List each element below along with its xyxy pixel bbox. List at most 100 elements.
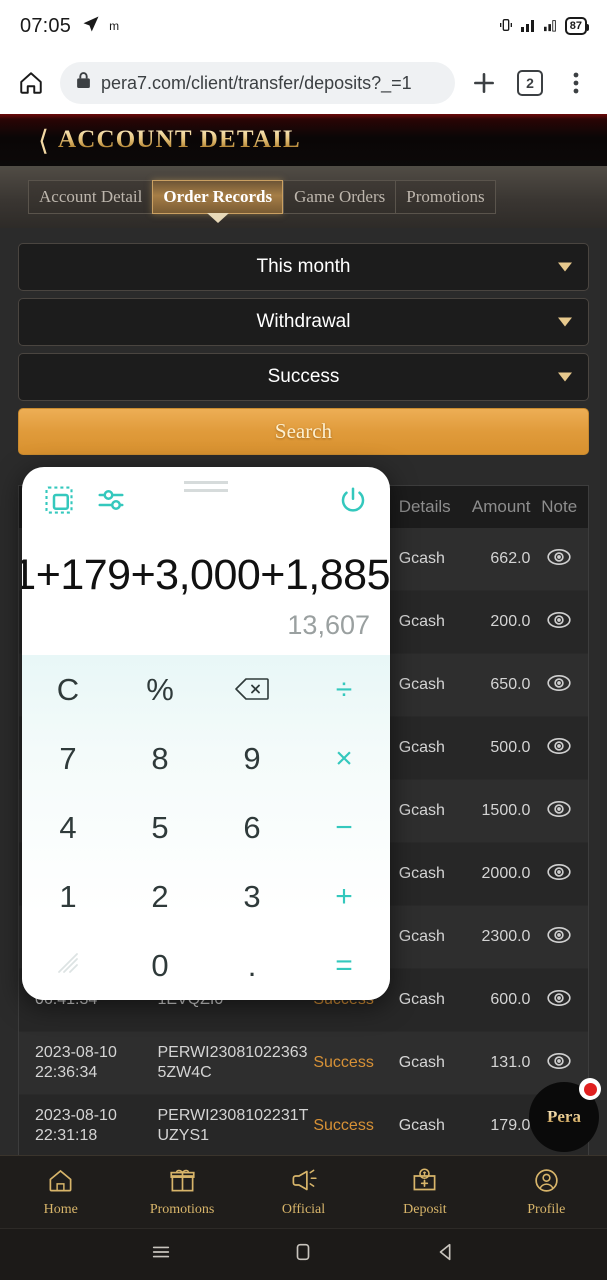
nav-official[interactable]: Official [243,1167,364,1218]
person-circle-icon [533,1167,560,1199]
key-×[interactable]: × [298,724,390,793]
eye-icon [546,859,572,890]
crop-screenshot-icon[interactable] [44,485,74,520]
calculator-expression: 1+179+3,000+1,885 [22,551,390,599]
period-select-value: This month [256,256,351,277]
nav-deposit[interactable]: Deposit [364,1167,485,1218]
table-row[interactable]: 2023-08-10 22:36:34 PERWI23081022363 5ZW4C S… [19,1032,588,1095]
chevron-left-icon[interactable]: ⟨ [38,124,49,157]
calculator-overlay[interactable]: 1+179+3,000+1,885 13,607 C% ÷ 7 8 9 × 4 5 6− 1 2 3 +… [22,467,390,1000]
cell-status: Success [313,1117,374,1134]
status-bar-clock: 07:05 [20,14,72,37]
m-letter-icon: m [109,19,120,33]
cell-order: PERWI23081022363 5ZW4C [157,1044,308,1081]
chevron-down-icon [558,372,572,382]
resize-handle-icon [57,952,79,980]
eye-icon [546,544,572,575]
browser-toolbar: pera7.com/client/transfer/deposits?_=1 2 [0,52,607,114]
note-eye-button[interactable] [530,733,588,764]
key-4[interactable]: 4 [22,793,114,862]
key-=[interactable]: = [298,931,390,1000]
megaphone-icon [290,1167,317,1199]
key-0[interactable]: 0 [114,931,206,1000]
tab-label: Order Records [163,187,273,206]
key-÷[interactable]: ÷ [298,655,390,724]
table-row[interactable]: 2023-08-10 22:31:18 PERWI2308102231T UZYS1 S… [19,1095,588,1158]
cell-amount: 600.0 [490,991,531,1008]
tab-promotions[interactable]: Promotions [395,180,496,214]
tab-order-records[interactable]: Order Records [152,180,284,223]
status-select[interactable]: Success [18,353,589,401]
note-eye-button[interactable] [530,544,588,575]
eye-icon [546,1048,572,1079]
nav-profile[interactable]: Profile [486,1167,607,1218]
cell-details: Gcash [398,802,445,819]
note-eye-button[interactable] [530,1048,588,1079]
key-9[interactable]: 9 [206,724,298,793]
backspace-icon [235,672,269,708]
note-eye-button[interactable] [530,985,588,1016]
key-5[interactable]: 5 [114,793,206,862]
key-−[interactable]: − [298,793,390,862]
recent-apps-icon[interactable] [150,1241,172,1268]
key-2[interactable]: 2 [114,862,206,931]
calculator-result: 13,607 [287,610,370,640]
tab-label: Account Detail [39,187,143,206]
calculator-keypad: C% ÷ 7 8 9 × 4 5 6− 1 2 3 +0. = [22,655,390,1000]
note-eye-button[interactable] [530,922,588,953]
search-button[interactable]: Search [18,408,589,455]
key-8[interactable]: 8 [114,724,206,793]
kebab-menu-icon[interactable] [559,66,593,100]
chevron-down-icon [558,317,572,327]
screen: 07:05 m 87 pera7.com/client/transfer/dep… [0,0,607,1280]
sliders-icon[interactable] [96,485,126,520]
drag-handle-icon[interactable] [184,481,228,484]
page-title: ACCOUNT DETAIL [57,126,301,153]
chevron-down-icon [558,262,572,272]
cell-details: Gcash [398,676,445,693]
nav-home[interactable]: Home [0,1167,121,1218]
note-eye-button[interactable] [530,796,588,827]
floating-brand-button[interactable]: Pera [529,1078,601,1152]
home-icon[interactable] [14,66,48,100]
cell-details: Gcash [398,550,445,567]
vibrate-icon [498,17,514,35]
key-%[interactable]: % [114,655,206,724]
tab-label: Promotions [406,187,485,206]
back-triangle-icon[interactable] [435,1241,457,1268]
plus-icon[interactable] [467,66,501,100]
address-bar[interactable]: pera7.com/client/transfer/deposits?_=1 [60,62,455,104]
period-select[interactable]: This month [18,243,589,291]
note-eye-button[interactable] [530,670,588,701]
cell-details: Gcash [398,613,445,630]
cell-details: Gcash [398,739,445,756]
key-1[interactable]: 1 [22,862,114,931]
note-eye-button[interactable] [530,607,588,638]
tab-account-detail[interactable]: Account Detail [28,180,153,214]
eye-icon [546,985,572,1016]
key-backspace[interactable] [206,655,298,724]
android-navigation-bar [0,1228,607,1280]
key-C[interactable]: C [22,655,114,724]
page-header: ⟨ ACCOUNT DETAIL [0,114,607,166]
key-7[interactable]: 7 [22,724,114,793]
note-eye-button[interactable] [530,859,588,890]
close-dot-icon[interactable] [579,1078,601,1100]
tab-counter-button[interactable]: 2 [513,66,547,100]
nav-promotions[interactable]: Promotions [121,1167,242,1218]
nav-promotions-label: Promotions [149,1201,215,1217]
type-select[interactable]: Withdrawal [18,298,589,346]
status-select-value: Success [267,366,340,387]
power-icon[interactable] [338,485,368,520]
header-amount: Amount [471,497,531,516]
key-+[interactable]: + [298,862,390,931]
key-.[interactable]: . [206,931,298,1000]
nav-profile-label: Profile [527,1201,566,1217]
key-6[interactable]: 6 [206,793,298,862]
key-3[interactable]: 3 [206,862,298,931]
active-tab-arrow-icon [206,213,229,223]
address-bar-url[interactable]: pera7.com/client/transfer/deposits?_=1 [101,73,412,94]
tab-game-orders[interactable]: Game Orders [283,180,396,214]
close-dot-inner [583,1082,597,1096]
home-square-icon[interactable] [292,1241,314,1268]
